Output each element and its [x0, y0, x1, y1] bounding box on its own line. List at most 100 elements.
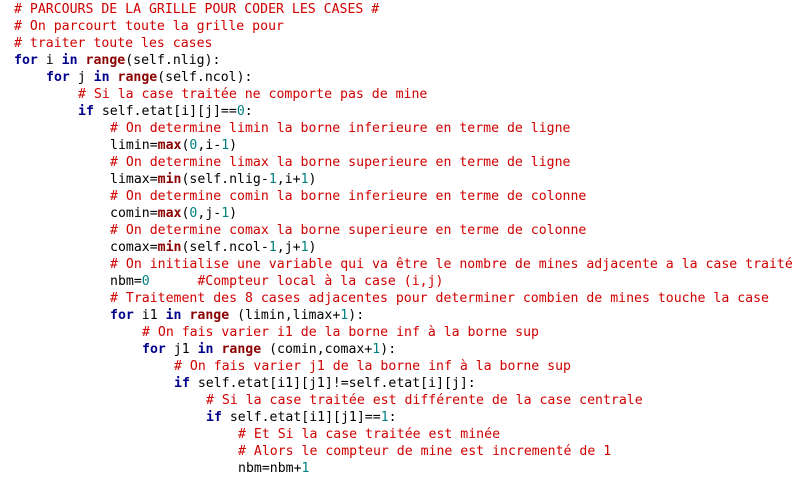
keyword-token: if [174, 376, 190, 391]
code-text-token: ) [229, 206, 238, 221]
code-text-token: i [37, 53, 62, 68]
code-text-token: nbm= [110, 274, 142, 289]
builtin-token: min [157, 172, 182, 187]
code-text-token: (limin,limax+ [229, 308, 341, 323]
code-text-token: i1 [133, 308, 166, 323]
builtin-token: range [117, 70, 158, 85]
code-line: # On determine comax la borne superieure… [110, 222, 586, 239]
code-line: # PARCOURS DE LA GRILLE POUR CODER LES C… [14, 1, 379, 18]
keyword-token: for [14, 53, 38, 68]
code-text-token: ,j+ [276, 240, 301, 255]
code-line: # traiter toute les cases [14, 35, 213, 52]
code-line: for j1 in range (comin,comax+1): [142, 341, 396, 358]
code-text-token: (self.nlig): [125, 53, 221, 68]
code-line: for j in range(self.ncol): [46, 69, 252, 86]
number-token: 1 [268, 172, 277, 187]
number-token: 1 [301, 461, 310, 476]
comment-token: # Si la case traitée ne comporte pas de … [78, 87, 428, 102]
code-line: # On determine limax la borne superieure… [110, 154, 571, 171]
code-line: limax=min(self.nlig-1,i+1) [110, 171, 317, 188]
code-text-token: (comin,comax+ [261, 342, 373, 357]
number-token: 1 [221, 138, 230, 153]
code-text-token: : [244, 104, 253, 119]
number-token: 1 [380, 410, 389, 425]
comment-token: # On determine comin la borne inferieure… [110, 189, 587, 204]
comment-token: # On parcourt toute la grille pour [14, 19, 284, 34]
comment-token: # Traitement des 8 cases adjacentes pour… [110, 291, 769, 306]
code-text-token: self.etat[i][j]== [93, 104, 237, 119]
code-text-token: (self.nlig- [181, 172, 269, 187]
comment-token: # On determine limax la borne superieure… [110, 155, 571, 170]
code-line: comin=max(0,j-1) [110, 205, 237, 222]
builtin-token: min [157, 240, 182, 255]
number-token: 1 [300, 172, 309, 187]
code-line: if self.etat[i1][j1]!=self.etat[i][j]: [174, 375, 476, 392]
code-line: # Si la case traitée est différente de l… [206, 392, 643, 409]
comment-token: # Et Si la case traitée est minée [238, 427, 501, 442]
code-text-token: ) [308, 172, 317, 187]
code-line: # Et Si la case traitée est minée [238, 426, 500, 443]
builtin-token: range [189, 308, 230, 323]
comment-token: # Si la case traitée est différente de l… [206, 393, 643, 408]
comment-token: # PARCOURS DE LA GRILLE POUR CODER LES C… [14, 2, 380, 17]
keyword-token: if [78, 104, 94, 119]
code-text-token: ,j- [197, 206, 222, 221]
code-text-token: : [388, 410, 397, 425]
code-text-token: comin= [110, 206, 158, 221]
keyword-token: in [165, 308, 182, 323]
comment-token: # traiter toute les cases [14, 36, 213, 51]
comment-token: # On fais varier j1 de la borne inf à la… [174, 359, 571, 374]
code-line: # Si la case traitée ne comporte pas de … [78, 86, 427, 103]
code-line: if self.etat[i][j]==0: [78, 103, 253, 120]
keyword-token: for [142, 342, 166, 357]
number-token: 0 [236, 104, 245, 119]
code-line: if self.etat[i1][j1]==1: [206, 409, 397, 426]
comment-token: # On initialise une variable qui va être… [110, 257, 793, 272]
builtin-token: range [85, 53, 126, 68]
keyword-token: if [206, 410, 222, 425]
comment-token: # Alors le compteur de mine est incremen… [238, 444, 612, 459]
code-line: limin=max(0,i-1) [110, 137, 237, 154]
code-line: # On determine comin la borne inferieure… [110, 188, 586, 205]
code-line: # On determine limin la borne inferieure… [110, 120, 571, 137]
code-text-token: ): [380, 342, 397, 357]
keyword-token: in [61, 53, 78, 68]
code-line: # On fais varier j1 de la borne inf à la… [174, 358, 571, 375]
code-editor[interactable]: # PARCOURS DE LA GRILLE POUR CODER LES C… [0, 0, 809, 481]
builtin-token: max [157, 138, 182, 153]
code-line: # On initialise une variable qui va être… [110, 256, 793, 273]
number-token: 0 [141, 274, 150, 289]
code-text-token: limin= [110, 138, 158, 153]
code-line: nbm=0 #Compteur local à la case (i,j) [110, 273, 444, 290]
code-line: # Alors le compteur de mine est incremen… [238, 443, 611, 460]
builtin-token: max [157, 206, 182, 221]
code-text-token: ,i- [197, 138, 222, 153]
code-line: for i in range(self.nlig): [14, 52, 220, 69]
comment-token: # On determine comax la borne superieure… [110, 223, 587, 238]
code-text-token: ) [229, 138, 238, 153]
code-line: comax=min(self.ncol-1,j+1) [110, 239, 317, 256]
keyword-token: for [46, 70, 70, 85]
code-text-token: (self.ncol): [157, 70, 253, 85]
code-text-token: limax= [110, 172, 158, 187]
comment-token: #Compteur local à la case (i,j) [197, 274, 444, 289]
keyword-token: for [110, 308, 134, 323]
number-token: 1 [268, 240, 277, 255]
code-line: for i1 in range (limin,limax+1): [110, 307, 364, 324]
builtin-token: range [221, 342, 262, 357]
code-text-token: self.etat[i1][j1]== [221, 410, 381, 425]
code-text-token: self.etat[i1][j1]!=self.etat[i][j]: [189, 376, 476, 391]
code-line: # Traitement des 8 cases adjacentes pour… [110, 290, 769, 307]
code-line: # On fais varier i1 de la borne inf à la… [142, 324, 539, 341]
code-text-token: comax= [110, 240, 158, 255]
code-line: nbm=nbm+1 [238, 460, 309, 477]
code-text-token: j1 [165, 342, 198, 357]
comment-token: # On fais varier i1 de la borne inf à la… [142, 325, 539, 340]
code-text-token: ): [348, 308, 365, 323]
code-text-token: ,i+ [276, 172, 301, 187]
number-token: 1 [221, 206, 230, 221]
code-text-token: ) [308, 240, 317, 255]
